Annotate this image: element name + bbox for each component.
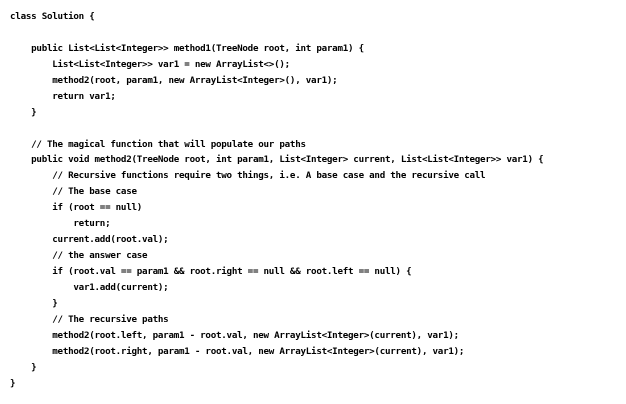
code-line: if (root.val == param1 && root.right == … — [10, 266, 412, 277]
code-comment-line: // the answer case — [10, 250, 148, 262]
code-line: return; — [10, 218, 111, 230]
code-comment-line: // The magical function that will popula… — [10, 138, 306, 150]
code-comment-line: // Recursive functions require two thing… — [10, 170, 486, 182]
code-line: public List<List<Integer>> method1(TreeN… — [10, 42, 364, 54]
code-line: public void method2(TreeNode root, int p… — [10, 154, 544, 166]
code-comment-line: // The base case — [10, 186, 137, 198]
code-line: } — [10, 377, 16, 389]
code-line: } — [10, 297, 58, 309]
code-line: method2(root, param1, new ArrayList<Inte… — [10, 74, 338, 86]
code-view: class Solution { public List<List<Intege… — [0, 0, 626, 404]
code-line: } — [10, 361, 37, 373]
code-line: method2(root.right, param1 - root.val, n… — [10, 345, 465, 357]
code-line: if (root == null) — [10, 202, 143, 214]
code-line: method2(root.left, param1 - root.val, ne… — [10, 329, 459, 341]
code-line: class Solution { — [10, 11, 95, 22]
code-line: var1.add(current); — [10, 281, 169, 293]
code-line: return var1; — [10, 90, 116, 102]
code-comment-line: // The recursive paths — [10, 313, 169, 325]
code-line: List<List<Integer>> var1 = new ArrayList… — [10, 58, 290, 70]
code-line: current.add(root.val); — [10, 234, 169, 246]
code-line: } — [10, 106, 37, 118]
